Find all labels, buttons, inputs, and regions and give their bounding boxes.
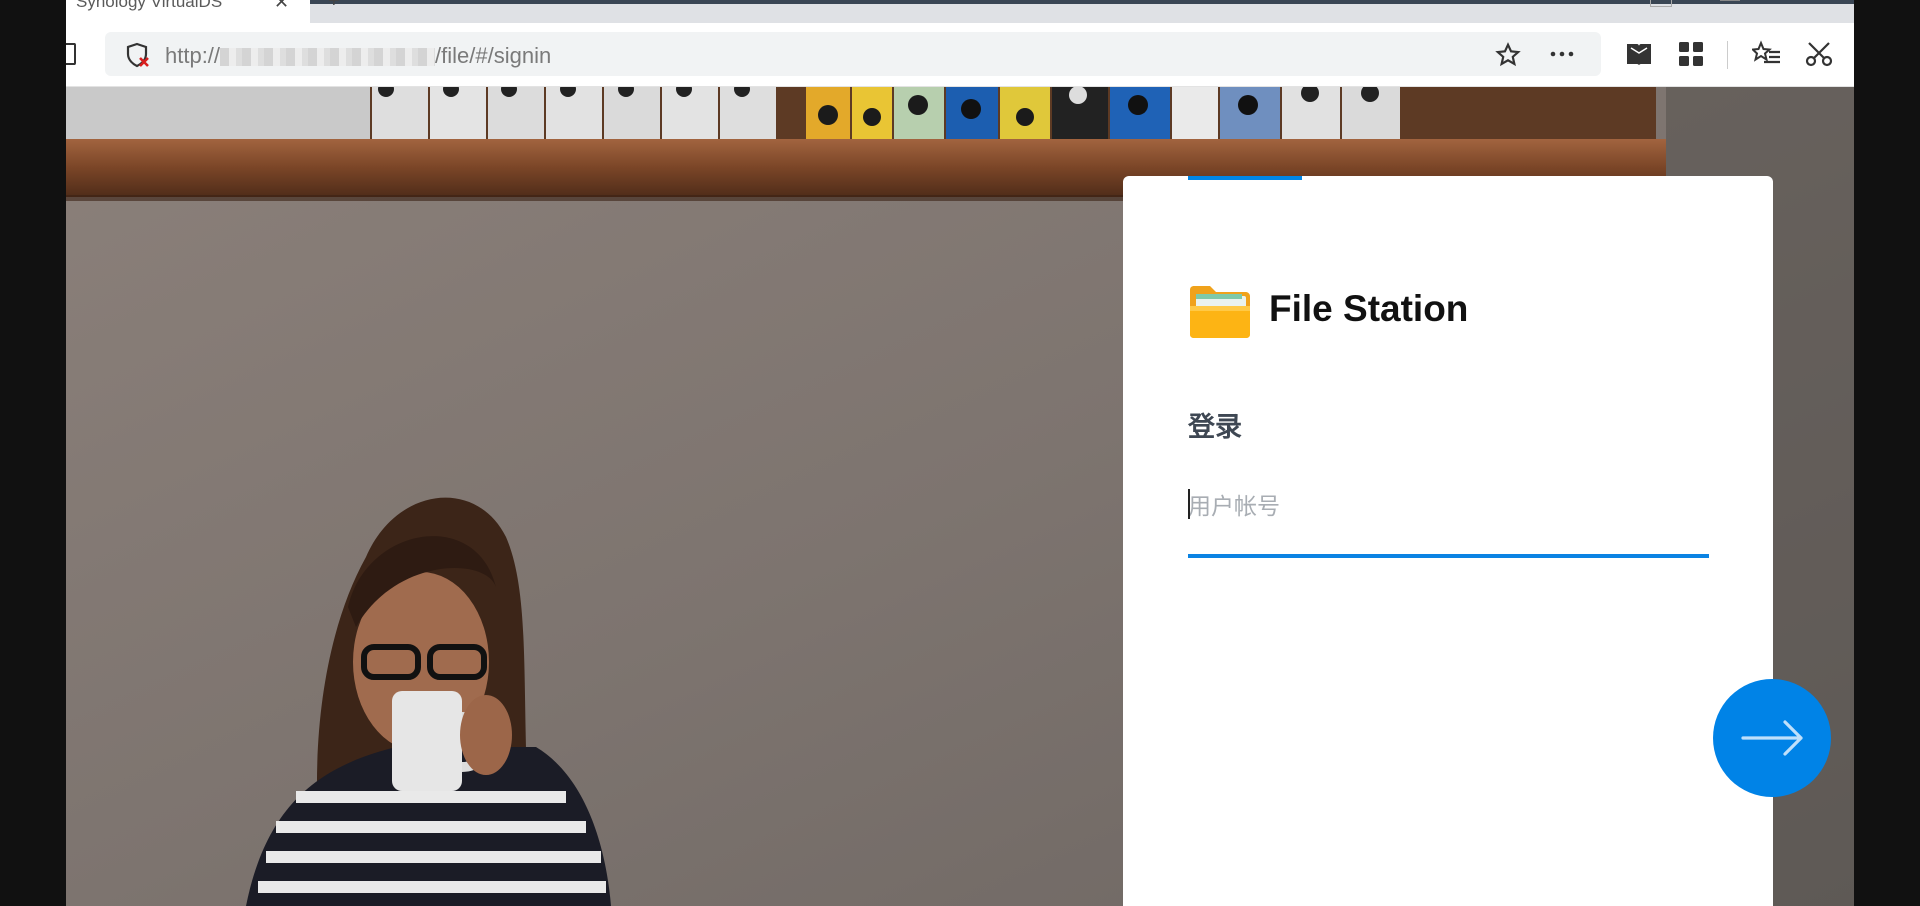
tab-close-icon[interactable]: ✕ — [274, 0, 289, 13]
redacted-host — [220, 48, 436, 67]
favorites-icon[interactable] — [1752, 40, 1782, 68]
shield-blocked-icon[interactable] — [125, 42, 151, 68]
username-underline — [1188, 554, 1709, 558]
arrow-right-icon — [1741, 720, 1803, 756]
browser-window: Synology VirtualDS ✕ + http:// /file/#/si… — [66, 0, 1854, 906]
panel-accent-bar — [1188, 176, 1302, 180]
tab-title: Synology VirtualDS — [76, 0, 223, 11]
folder-icon — [1190, 286, 1250, 338]
restore-window-icon[interactable] — [1650, 0, 1672, 7]
star-icon[interactable] — [1495, 42, 1521, 68]
signin-panel: File Station 登录 — [1123, 176, 1773, 906]
new-tab-button[interactable]: + — [328, 0, 340, 13]
apps-icon[interactable] — [1678, 41, 1704, 67]
toolbar-divider — [1727, 41, 1728, 69]
login-heading: 登录 — [1188, 412, 1242, 442]
tab-strip: Synology VirtualDS ✕ + — [66, 0, 1854, 23]
cut-icon[interactable] — [1805, 40, 1833, 68]
minimize-window-icon[interactable] — [1720, 0, 1740, 1]
signin-page: File Station 登录 — [66, 87, 1854, 906]
home-icon[interactable] — [66, 43, 76, 65]
text-cursor — [1188, 489, 1190, 519]
reading-view-icon[interactable] — [1625, 41, 1653, 67]
url-prefix: http:// — [165, 43, 221, 68]
username-input[interactable] — [1188, 486, 1708, 526]
address-bar[interactable]: http:// /file/#/signin — [105, 32, 1601, 76]
app-title: File Station — [1269, 288, 1469, 329]
browser-toolbar: http:// /file/#/signin — [66, 23, 1854, 87]
url-text[interactable]: http:// /file/#/signin — [165, 43, 551, 69]
browser-tab[interactable]: Synology VirtualDS ✕ — [66, 0, 310, 23]
more-icon[interactable] — [1549, 43, 1575, 65]
url-path: /file/#/signin — [435, 43, 552, 68]
next-button[interactable] — [1713, 679, 1831, 797]
